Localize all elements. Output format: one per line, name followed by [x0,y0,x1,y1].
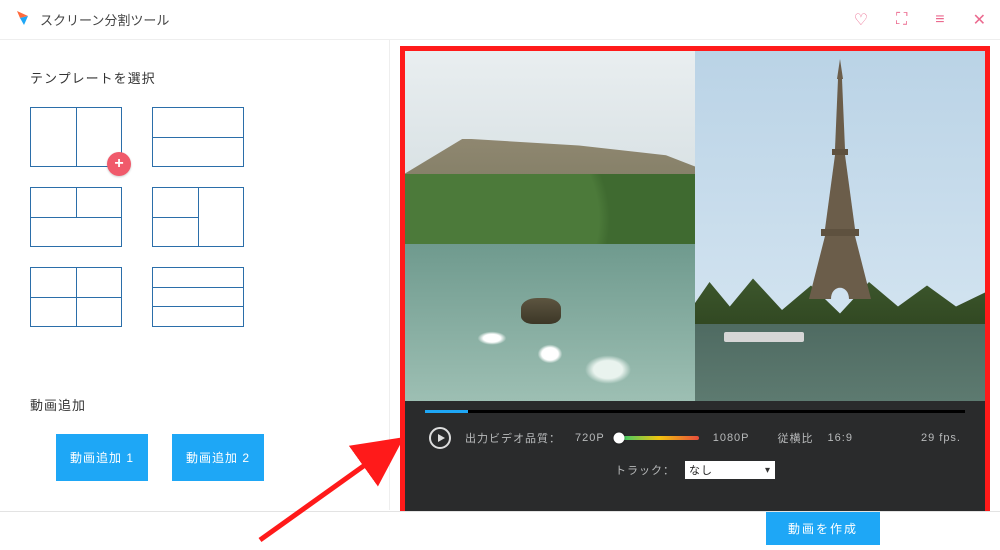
quality-slider[interactable] [619,436,699,440]
play-icon[interactable] [429,427,451,449]
template-top-split-bottom[interactable] [30,187,122,247]
template-2row[interactable] [152,107,244,167]
menu-icon[interactable]: ≡ [935,11,944,29]
topbar-actions: ♡ ⛶ ≡ ✕ [854,10,986,30]
template-2col[interactable]: + [30,107,122,167]
track-selected-value: なし [689,462,713,478]
template-3row[interactable] [152,267,244,327]
left-panel: テンプレートを選択 + 動画追加 動画追加 1 [0,40,390,510]
eiffel-icon [805,59,875,299]
video-pane-2[interactable] [695,51,985,401]
template-left-split-right[interactable] [152,187,244,247]
aspect-label: 従横比 [778,430,814,446]
cart-icon[interactable]: ⛶ [896,11,907,29]
template-quad[interactable] [30,267,122,327]
app-title: スクリーン分割ツール [40,10,169,29]
gift-icon[interactable]: ♡ [854,10,868,30]
app-logo-icon [14,9,32,30]
preview-panel: 出力ビデオ品質： 720P 1080P 従横比 16:9 29 fps. トラッ… [400,46,990,538]
create-video-button[interactable]: 動画を作成 [766,512,880,545]
video-pane-1[interactable] [405,51,695,401]
plus-icon[interactable]: + [107,152,131,176]
progress-bar[interactable] [405,401,985,421]
preview-video[interactable] [405,51,985,401]
video-add-heading: 動画追加 [30,395,359,414]
quality-high-label: 1080P [713,432,750,444]
bottombar: 動画を作成 [0,511,1000,545]
add-video-2-button[interactable]: 動画追加 2 [172,434,264,481]
close-icon[interactable]: ✕ [973,10,986,30]
topbar: スクリーン分割ツール ♡ ⛶ ≡ ✕ [0,0,1000,40]
templates-grid: + [30,107,359,327]
aspect-value: 16:9 [828,432,853,444]
quality-low-label: 720P [575,432,605,444]
track-select[interactable]: なし [685,461,775,479]
quality-label: 出力ビデオ品質： [465,430,561,446]
track-label: トラック： [615,462,675,478]
templates-heading: テンプレートを選択 [30,68,359,87]
fps-label: 29 fps. [921,432,961,444]
add-video-1-button[interactable]: 動画追加 1 [56,434,148,481]
